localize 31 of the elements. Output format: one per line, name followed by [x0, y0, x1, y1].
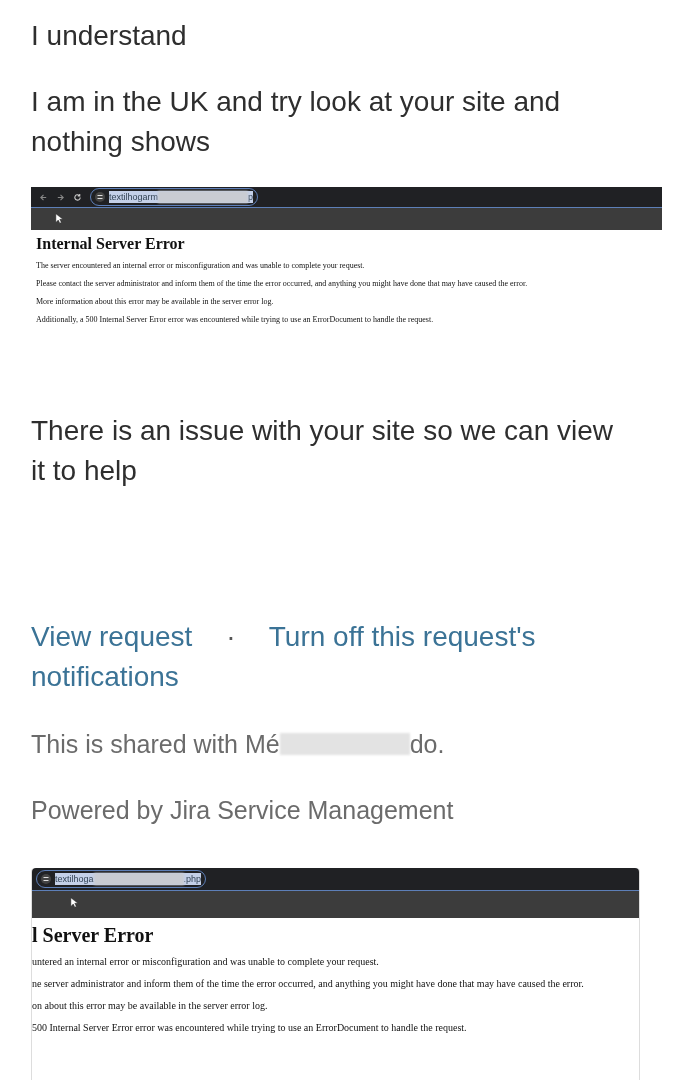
- site-settings-icon: [95, 192, 105, 202]
- message-text: I understand: [31, 19, 188, 53]
- cursor-icon: [70, 897, 78, 908]
- url-text: textilhogarm: [109, 192, 159, 202]
- forward-arrow-icon: [56, 192, 65, 202]
- error-text: ne server administrator and inform them of the time the error occurred, and anything you might have done that may have caused the error.: [32, 978, 585, 990]
- error-text: More information about this error may be available in the server error log.: [36, 297, 275, 307]
- site-settings-icon: [41, 874, 51, 884]
- back-arrow-icon: [39, 192, 48, 202]
- error-text: The server encountered an internal error or misconfiguration and was unable to complete your request.: [36, 261, 366, 271]
- shared-text: do.: [409, 729, 445, 759]
- shared-text: This is shared with Mé: [31, 729, 280, 759]
- link[interactable]: notifications: [31, 661, 179, 692]
- url-text: .php: [183, 874, 202, 884]
- separator-dot: ·: [226, 621, 236, 652]
- powered-by-text: Powered by Jira Service Management: [31, 795, 455, 826]
- error-text: untered an internal error or misconfiguration and was unable to complete your request.: [32, 956, 380, 968]
- error-text: Please contact the server administrator and inform them of the time the error occurred, and anything you might have done that may have caused the error.: [36, 279, 529, 289]
- error-heading: l Server Error: [32, 924, 155, 947]
- error-text: on about this error may be available in the server error log.: [32, 1000, 269, 1012]
- link[interactable]: Turn off this request's: [268, 621, 536, 652]
- link[interactable]: View request: [31, 621, 193, 652]
- message-text: There is an issue with your site so we can view it to help: [31, 414, 615, 488]
- url-text: p: [248, 192, 254, 202]
- error-text: Additionally, a 500 Internal Server Error error was encountered while trying to use an ErrorDocument to handle the request.: [36, 315, 435, 325]
- cursor-icon: [55, 213, 63, 224]
- message-text: I am in the UK and try look at your site and nothing shows: [31, 85, 562, 159]
- url-text: textilhoga: [55, 874, 94, 884]
- error-text: 500 Internal Server Error error was encountered while trying to use an ErrorDocument to handle the request.: [32, 1022, 468, 1034]
- reload-icon: [73, 192, 82, 202]
- error-heading: Internal Server Error: [36, 235, 186, 253]
